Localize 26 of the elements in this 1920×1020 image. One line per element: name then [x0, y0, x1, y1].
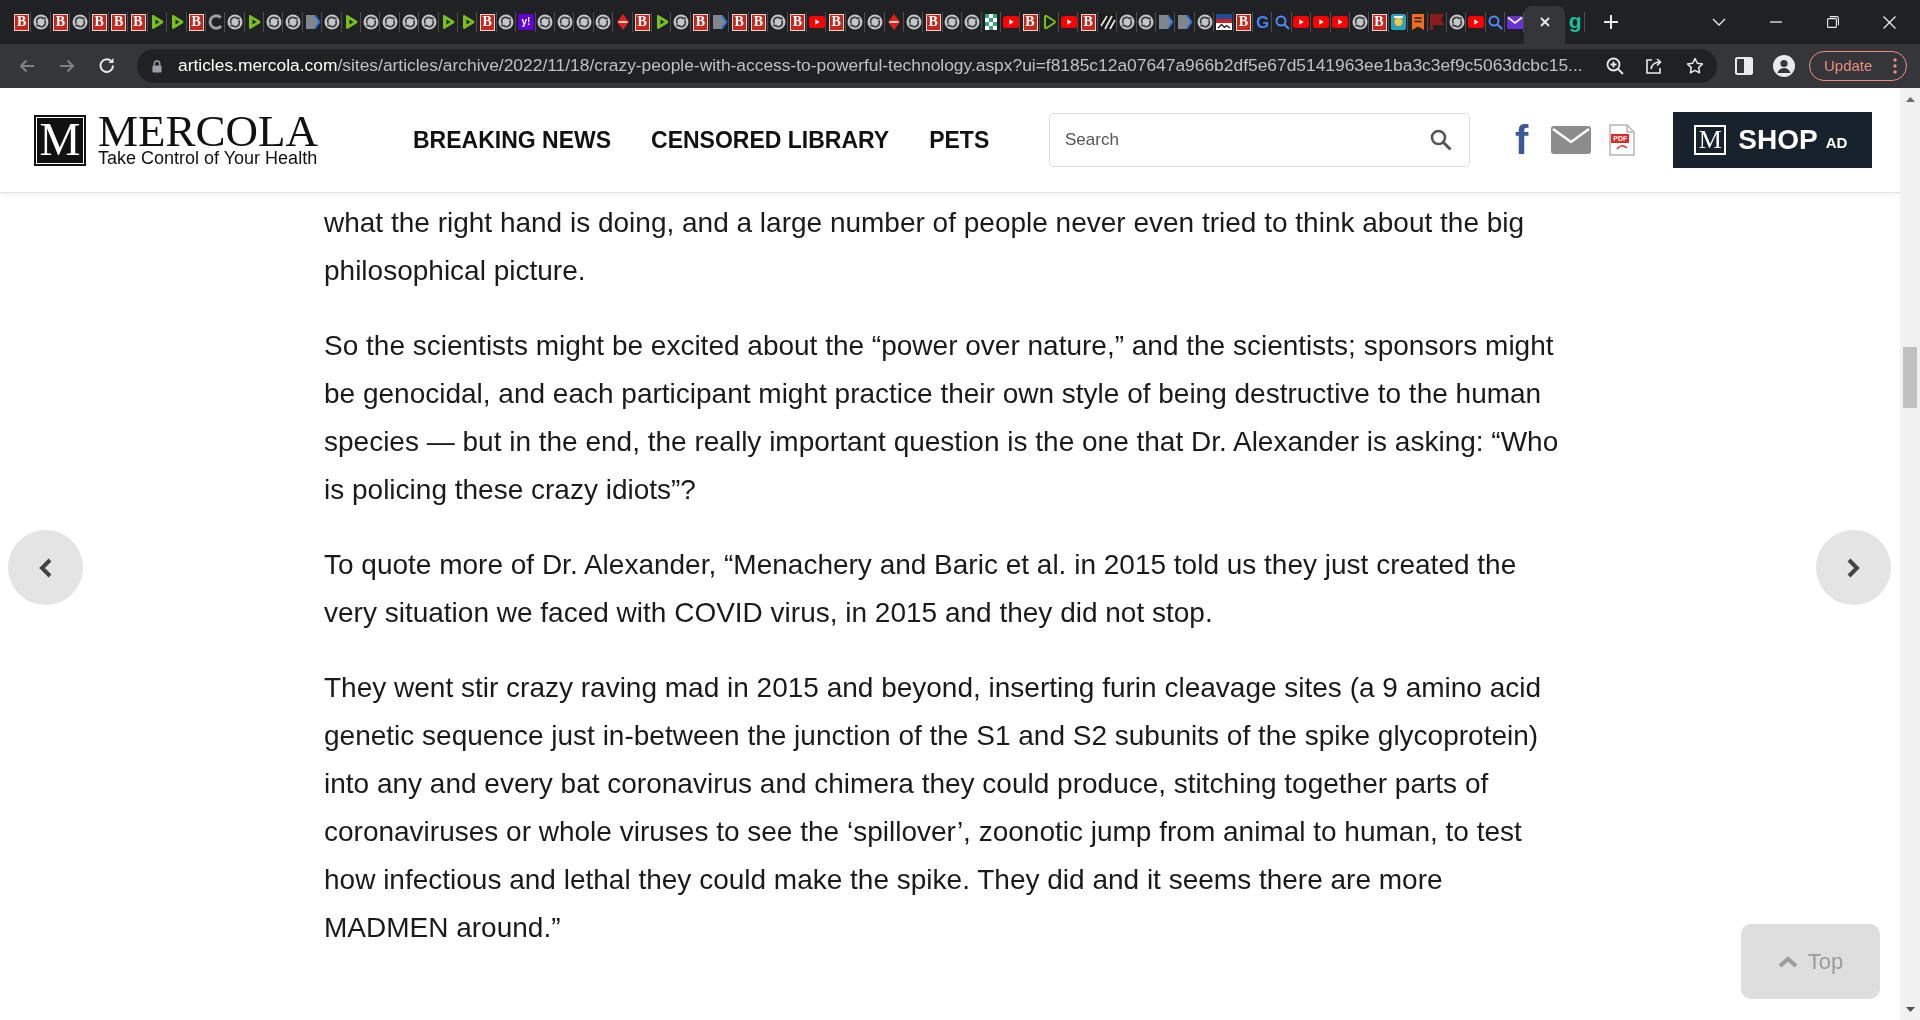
article-paragraph: what the right hand is doing, and a large number of people never even tried to think about the big philosophical picture.: [324, 206, 1525, 288]
letter-logo: B: [111, 13, 127, 31]
logo-mark: M: [1694, 125, 1727, 155]
article-paragraph: To quote more of Dr. Alexander, “Menachery and Baric et al. in 2015 told us they just created the very situation we faced with COVID virus, in 2015 and they did not stop.: [324, 548, 1517, 630]
article-paragraph: They went stir crazy raving mad in 2015 and beyond, inserting furin cleavage sites (a 9 amino acid genetic sequence just in-between the junction of the S1 and S2 subunits of the spike glycoprotein) into any and every bat coronavirus and chimera they could produce, stitching together parts of coronaviruses or whole viruses to see the ‘spillover’, zoonotic jump from animal to human, to test how infectious and lethal they could make the spike. They did and it seems there are more MADMEN around.”: [324, 671, 1542, 945]
letter-logo: B: [692, 13, 708, 31]
letter-logo: g: [1568, 9, 1582, 34]
letter-logo: B: [731, 13, 747, 31]
letter-logo: B: [1235, 13, 1251, 31]
letter-logo: B: [130, 13, 146, 31]
letter-logo: B: [52, 13, 68, 31]
letter-logo: B: [789, 13, 805, 31]
letter-logo: B: [925, 13, 941, 31]
letter-logo: B: [751, 13, 767, 31]
letter-logo: B: [828, 13, 844, 31]
letter-logo: y!: [517, 14, 534, 30]
letter-logo: B: [188, 13, 204, 31]
letter-logo: G: [1256, 13, 1270, 31]
letter-logo: B: [91, 13, 107, 31]
letter-logo: B: [14, 13, 30, 31]
letter-logo: B: [479, 13, 495, 31]
letter-logo: B: [1080, 13, 1096, 31]
letter-logo: B: [634, 13, 650, 31]
letter-logo: B: [1022, 13, 1038, 31]
letter-logo: B: [1371, 13, 1387, 31]
article-paragraph: So the scientists might be excited about the “power over nature,” and the scientists; sponsors might be genocidal, and each participant might practice their own style of being destructive to the human species — but in the end, the really important question is the one that Dr. Alexander is asking: “Who is policing these crazy idiots”?: [324, 329, 1559, 507]
